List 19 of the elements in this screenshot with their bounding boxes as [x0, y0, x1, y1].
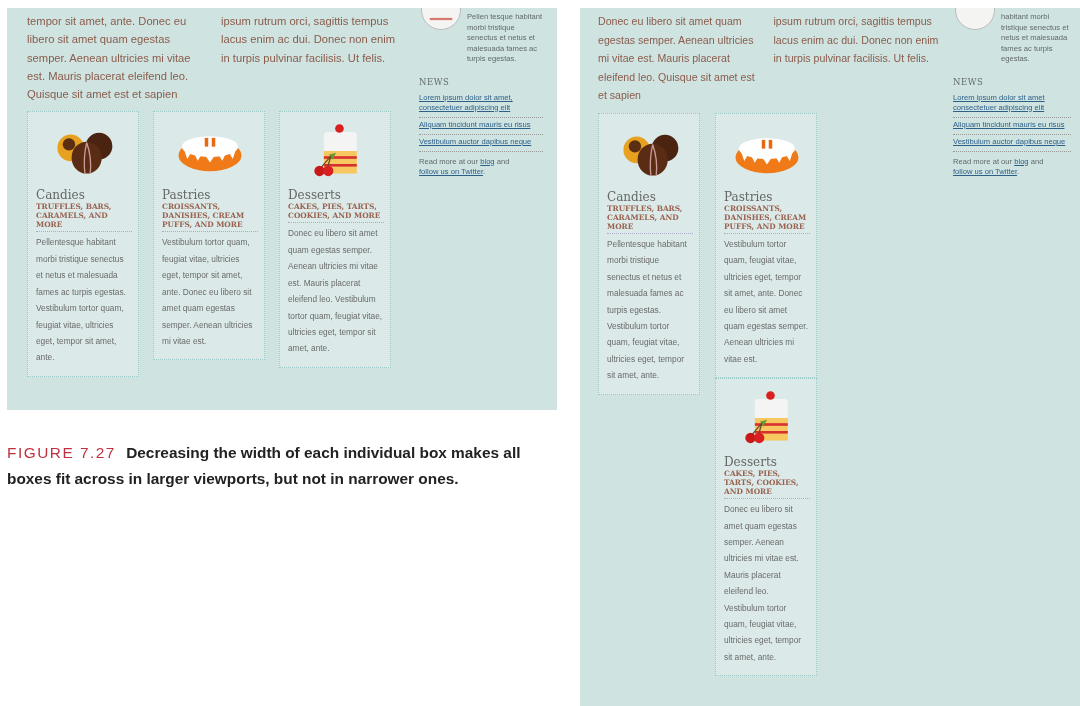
category-title: Desserts — [724, 455, 778, 470]
category-title: Pastries — [162, 188, 212, 203]
category-description: Pellentesque habitant morbi tristique senectus et netus et malesuada fames ac turpis egestas. Vestibulum tortor quam, feugiat vitae, ultricies eget, tempor sit amet, ante. — [36, 236, 127, 365]
category-description: Donec eu libero sit amet quam egestas semper. Aenean ultricies mi vitae est. Mauris placerat eleifend leo. Vestibulum tortor quam, feugiat vitae, ultricies eget, tempor sit amet, ante. — [724, 503, 802, 664]
category-description: Donec eu libero sit amet quam egestas semper. Aenean ultricies mi vitae est. Mauris placerat eleifend leo. Vestibulum tortor quam, feugiat vitae, ultricies eget, tempor sit amet, ante. — [288, 227, 384, 356]
figure-caption: FIGURE 7.27 Decreasing the width of each individual box makes all boxes fit across in larger viewports, but not in narrower ones. — [7, 443, 522, 489]
category-title: Desserts — [288, 188, 342, 203]
category-title: Candies — [607, 189, 657, 204]
intro-paragraph: tempor sit amet, ante. Donec eu libero sit amet quam egestas semper. Aenean ultricies mi vitae est. Mauris placerat eleifend leo. Quisque sit amet est et sapien — [27, 14, 192, 103]
category-description: Vestibulum tortor quam, feugiat vitae, ultricies eget, tempor sit amet, ante. Donec eu libero sit amet quam egestas semper. Aenean ultricies mi vitae est. — [724, 237, 809, 366]
category-description: Vestibulum tortor quam, feugiat vitae, ultricies eget, tempor sit amet, ante. Donec eu libero sit amet quam egestas semper. Aenean ultricies mi vitae est. — [162, 236, 254, 348]
category-description: Pellentesque habitant morbi tristique senectus et netus et malesuada fames ac turpis egestas. Vestibulum tortor quam, feugiat vitae, ultricies eget, tempor sit amet, ante. — [607, 237, 688, 383]
category-title: Pastries — [724, 189, 774, 204]
intro-paragraph: Donec eu libero sit amet quam egestas semper. Aenean ultricies mi vitae est. Mauris placerat eleifend leo. Quisque sit amet est et sapien — [598, 14, 756, 104]
intro-paragraph: ipsum rutrum orci, sagittis tempus lacus enim ac dui. Donec non enim in turpis pulvinar facilisis. Ut felis. — [773, 14, 940, 67]
news-heading: NEWS — [419, 76, 451, 87]
intro-paragraph: ipsum rutrum orci, sagittis tempus lacus enim ac dui. Donec non enim in turpis pulvinar facilisis. Ut felis. — [221, 14, 397, 66]
category-title: Candies — [36, 188, 86, 203]
news-heading: NEWS — [953, 76, 985, 87]
